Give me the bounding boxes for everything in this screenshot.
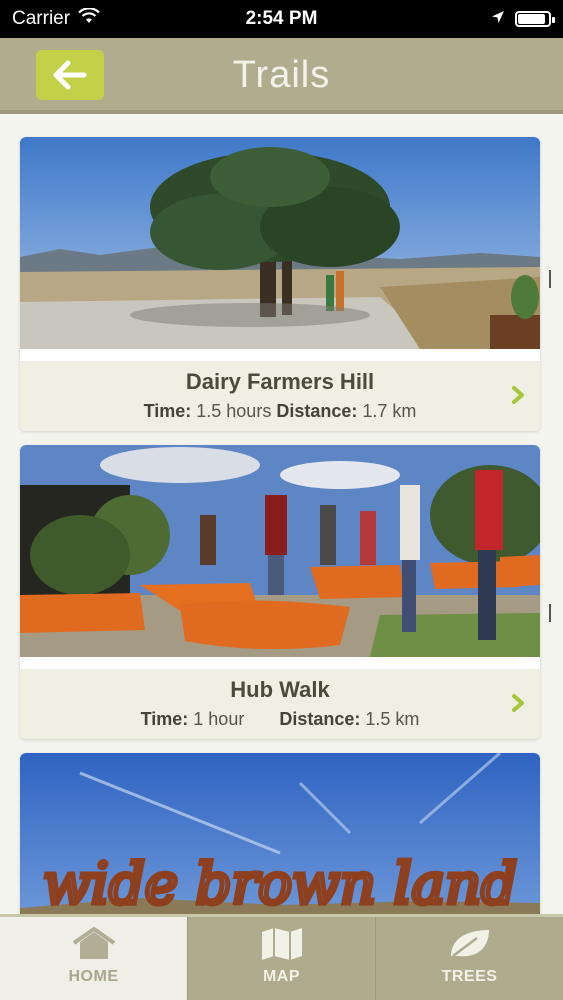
time-label: Time: xyxy=(140,709,189,729)
trail-info[interactable]: Dairy Farmers Hill Time: 1.5 hours Dista… xyxy=(20,361,540,431)
trail-photo xyxy=(20,137,540,349)
page-title: Trails xyxy=(232,54,331,96)
trail-photo xyxy=(20,445,540,657)
map-icon xyxy=(261,928,302,960)
trail-card-hub-walk[interactable]: Hub Walk Time: 1 hour Distance: 1.5 km xyxy=(20,445,540,739)
nav-bar: Trails xyxy=(0,38,563,114)
tab-map[interactable]: MAP xyxy=(187,914,375,1000)
trail-meta: Time: 1.5 hours Distance: 1.7 km xyxy=(20,401,540,422)
distance-label: Distance: xyxy=(279,709,361,729)
tab-bar: HOME MAP TREES xyxy=(0,914,563,1000)
trail-card-dairy-farmers-hill[interactable]: Dairy Farmers Hill Time: 1.5 hours Dista… xyxy=(20,137,540,431)
trail-title: Dairy Farmers Hill xyxy=(185,369,375,394)
distance-value: 1.5 km xyxy=(365,709,420,729)
carrier-label: Carrier xyxy=(12,8,71,29)
status-bar: Carrier 2:54 PM xyxy=(0,0,563,38)
tab-trees[interactable]: TREES xyxy=(375,914,563,1000)
tab-label: MAP xyxy=(262,968,301,985)
time-label: Time: xyxy=(143,401,192,421)
sculpture-text: wide brown land xyxy=(43,852,517,914)
location-arrow-icon xyxy=(491,8,505,30)
trail-list[interactable]: Dairy Farmers Hill Time: 1.5 hours Dista… xyxy=(0,120,563,914)
battery-icon xyxy=(515,11,555,27)
trail-title: Hub Walk xyxy=(230,677,330,702)
scroll-indicator xyxy=(549,270,551,288)
trail-info[interactable]: Hub Walk Time: 1 hour Distance: 1.5 km xyxy=(20,669,540,739)
leaf-icon xyxy=(450,930,489,957)
time-value: 1.5 hours xyxy=(196,401,272,421)
chevron-right-icon xyxy=(508,383,528,407)
tab-label: HOME xyxy=(68,968,119,985)
distance-label: Distance: xyxy=(276,401,358,421)
chevron-right-icon xyxy=(508,691,528,715)
wifi-icon xyxy=(78,7,100,30)
trail-photo: wide brown land xyxy=(20,753,540,914)
trail-card-sculpture[interactable]: wide brown land xyxy=(20,753,540,914)
distance-value: 1.7 km xyxy=(362,401,417,421)
tab-home[interactable]: HOME xyxy=(0,914,187,1000)
time-value: 1 hour xyxy=(193,709,245,729)
scroll-indicator xyxy=(549,604,551,622)
tab-label: TREES xyxy=(441,968,498,985)
trail-meta: Time: 1 hour Distance: 1.5 km xyxy=(20,709,540,730)
battery-level xyxy=(518,14,545,24)
home-icon xyxy=(72,927,115,959)
